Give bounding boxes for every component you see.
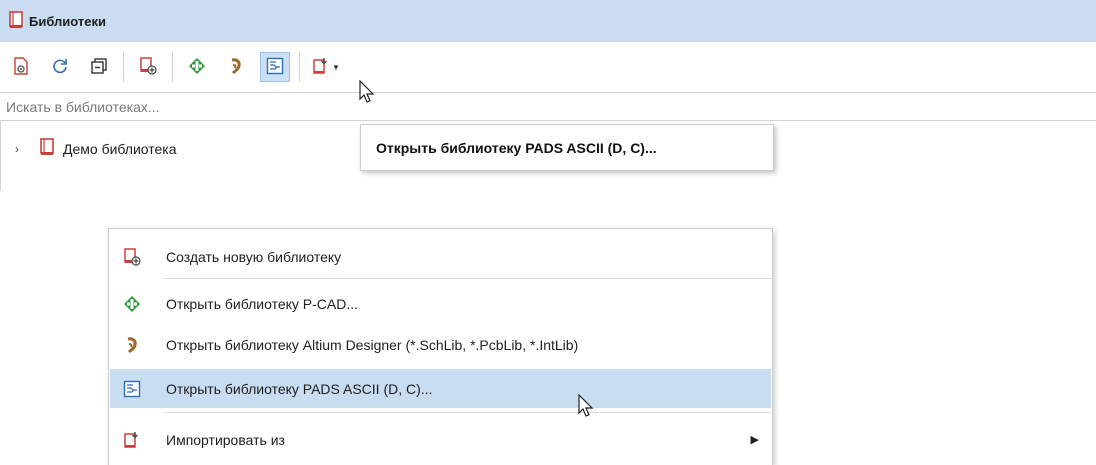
toolbar-separator (299, 52, 300, 82)
import-icon (122, 430, 142, 450)
panel-header: Библиотеки (0, 0, 1096, 42)
new-library-icon (122, 247, 142, 267)
menu-item-import-from[interactable]: Импортировать из ▶ (110, 420, 771, 459)
library-view-icon (12, 56, 30, 78)
collapse-icon (90, 57, 108, 78)
chevron-right-icon[interactable]: › (15, 142, 29, 156)
menu-separator (164, 412, 772, 413)
tooltip: Открыть библиотеку PADS ASCII (D, C)... (360, 124, 774, 171)
dropdown-caret-icon: ▼ (332, 62, 340, 72)
new-library-button[interactable] (133, 52, 163, 82)
open-pcad-button[interactable] (182, 52, 212, 82)
menu-separator (164, 278, 772, 279)
pads-icon (266, 57, 284, 78)
open-altium-button[interactable] (221, 52, 251, 82)
menu-item-open-pads[interactable]: Открыть библиотеку PADS ASCII (D, C)... (110, 369, 771, 408)
context-menu: Создать новую библиотеку Открыть библиот… (108, 228, 773, 465)
toolbar-separator (172, 52, 173, 82)
refresh-button[interactable] (45, 52, 75, 82)
import-icon (312, 57, 330, 78)
pcad-icon (122, 294, 142, 314)
tooltip-text: Открыть библиотеку PADS ASCII (D, C)... (376, 139, 657, 156)
library-view-button[interactable] (6, 52, 36, 82)
menu-item-label: Создать новую библиотеку (166, 248, 342, 265)
altium-icon (227, 57, 245, 78)
tree-item-label: Демо библиотека (63, 140, 177, 157)
menu-item-label: Открыть библиотеку Altium Designer (*.Sc… (166, 336, 579, 353)
search-box (0, 92, 1096, 121)
pads-icon (122, 379, 142, 399)
altium-icon (122, 335, 142, 355)
library-icon (8, 10, 24, 32)
menu-item-new-library[interactable]: Создать новую библиотеку (110, 237, 771, 276)
tree-item[interactable]: › Демо библиотека (15, 138, 177, 159)
menu-item-label: Открыть библиотеку P-CAD... (166, 295, 359, 312)
library-icon (39, 138, 55, 159)
pcad-icon (188, 57, 206, 78)
search-input[interactable] (0, 93, 1096, 120)
menu-item-label: Открыть библиотеку PADS ASCII (D, C)... (166, 380, 433, 397)
menu-item-open-altium[interactable]: Открыть библиотеку Altium Designer (*.Sc… (110, 325, 771, 364)
new-library-icon (139, 56, 157, 78)
open-pads-button[interactable] (260, 52, 290, 82)
refresh-icon (51, 57, 69, 78)
toolbar: ▼ (0, 42, 1096, 92)
toolbar-separator (123, 52, 124, 82)
collapse-all-button[interactable] (84, 52, 114, 82)
import-dropdown-button[interactable]: ▼ (309, 52, 343, 82)
submenu-arrow-icon: ▶ (750, 434, 759, 446)
panel-title: Библиотеки (29, 13, 107, 29)
menu-item-open-pcad[interactable]: Открыть библиотеку P-CAD... (110, 284, 771, 323)
menu-item-label: Импортировать из (166, 431, 285, 448)
